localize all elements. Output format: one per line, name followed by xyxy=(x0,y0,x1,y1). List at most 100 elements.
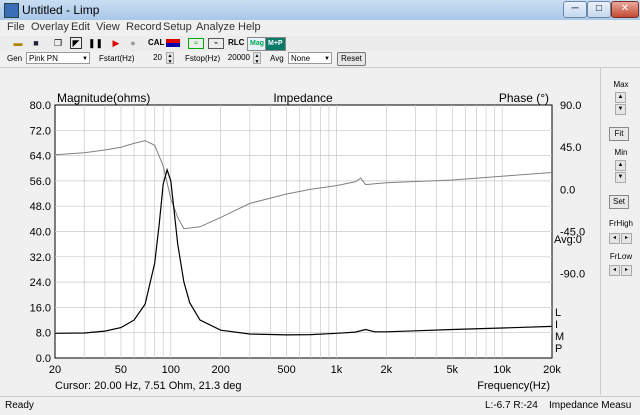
save-icon[interactable]: ■ xyxy=(30,37,42,49)
frlow-right-icon[interactable]: ▸ xyxy=(621,265,632,276)
app-icon xyxy=(4,3,19,18)
menu-setup[interactable]: Setup xyxy=(163,21,192,33)
cal-button[interactable]: CAL xyxy=(148,38,164,47)
play-icon[interactable]: ▶ xyxy=(110,37,122,49)
status-mode: Impedance Measu xyxy=(549,400,632,411)
impedance-chart[interactable]: 20 50 100 200 500 1k 2k 5k 10k 20k 80.0 72.0 64.0 56… xyxy=(0,68,600,395)
y-right-tick-label: 0.0 xyxy=(560,184,575,196)
fstop-label: Fstop(Hz) xyxy=(185,54,221,63)
frhigh-right-icon[interactable]: ▸ xyxy=(621,233,632,244)
set-button[interactable]: Set xyxy=(609,195,629,209)
chevron-down-icon: ▼ xyxy=(82,56,88,62)
max-down-icon[interactable]: ▼ xyxy=(615,104,626,115)
menu-view[interactable]: View xyxy=(96,21,120,33)
menu-help[interactable]: Help xyxy=(238,21,261,33)
y-left-tick-label: 80.0 xyxy=(30,100,51,112)
window-title: Untitled - Limp xyxy=(22,3,100,17)
app-window: Untitled - Limp ─ □ ✕ File Overlay Edit … xyxy=(0,0,640,415)
status-bar: Ready L:-6.7 R:-24 Impedance Measu xyxy=(0,396,640,415)
menu-overlay[interactable]: Overlay xyxy=(31,21,69,33)
fstart-spinner[interactable]: ▲ ▼ xyxy=(166,52,174,65)
chevron-down-icon: ▼ xyxy=(324,56,330,62)
side-panel: Max ▲ ▼ Fit Min ▲ ▼ Set FrHigh ◂ ▸ FrLow… xyxy=(600,68,640,395)
menu-edit[interactable]: Edit xyxy=(71,21,90,33)
y-right-tick-label: -90.0 xyxy=(560,269,585,281)
plot-area: 20 50 100 200 500 1k 2k 5k 10k 20k 80.0 72.0 64.0 56… xyxy=(0,68,600,395)
maximize-icon[interactable]: □ xyxy=(587,1,611,18)
y-left-tick-label: 40.0 xyxy=(30,227,51,239)
close-icon[interactable]: ✕ xyxy=(611,1,639,18)
min-down-icon[interactable]: ▼ xyxy=(615,172,626,183)
generator-bar: Gen Pink PN ▼ Fstart(Hz) 20 ▲ ▼ Fstop(Hz) … xyxy=(0,51,640,68)
open-folder-icon[interactable]: ▬ xyxy=(12,37,24,49)
record-icon[interactable]: ● xyxy=(127,37,139,49)
toolbar: ▬ ■ ❐ ◤ ❚❚ ▶ ● CAL ≈ ⌁ RLC Mag M+P xyxy=(0,36,640,52)
avg-label: Avg xyxy=(270,54,284,63)
avg-select-value: None xyxy=(291,54,311,63)
right-axis-label: Phase (°) xyxy=(499,91,549,105)
y-right-tick-label: 90.0 xyxy=(560,100,581,112)
status-ready: Ready xyxy=(5,400,34,411)
status-levels: L:-6.7 R:-24 xyxy=(485,400,538,411)
gen-select-value: Pink PN xyxy=(29,54,58,63)
y-left-tick-label: 32.0 xyxy=(30,252,51,264)
x-tick-label: 20k xyxy=(543,364,561,376)
frlow-left-icon[interactable]: ◂ xyxy=(609,265,620,276)
title-bar: Untitled - Limp ─ □ ✕ xyxy=(0,0,640,20)
settings-graph-icon[interactable]: ⌁ xyxy=(208,38,224,49)
avg-indicator: Avg:0 xyxy=(554,234,582,246)
y-left-tick-label: 64.0 xyxy=(30,151,51,163)
mag-phase-button[interactable]: M+P xyxy=(265,37,286,51)
max-up-icon[interactable]: ▲ xyxy=(615,92,626,103)
limp-letter-l: L xyxy=(555,307,561,319)
fit-button[interactable]: Fit xyxy=(609,127,629,141)
x-tick-label: 500 xyxy=(277,364,295,376)
fstop-field[interactable]: 20000 xyxy=(222,52,250,64)
x-tick-label: 50 xyxy=(115,364,127,376)
minimize-icon[interactable]: ─ xyxy=(563,1,587,18)
gen-select[interactable]: Pink PN ▼ xyxy=(26,52,90,64)
y-left-tick-label: 8.0 xyxy=(36,328,51,340)
graph-icon[interactable]: ≈ xyxy=(188,38,204,49)
cursor-mode-icon[interactable]: ◤ xyxy=(70,37,82,49)
limp-letter-p: P xyxy=(555,343,562,355)
limp-letter-i: I xyxy=(555,319,558,331)
reset-button[interactable]: Reset xyxy=(337,52,366,66)
cursor-readout: Cursor: 20.00 Hz, 7.51 Ohm, 21.3 deg xyxy=(55,380,242,392)
fstop-spinner[interactable]: ▲ ▼ xyxy=(253,52,261,65)
menu-bar: File Overlay Edit View Record Setup Anal… xyxy=(0,20,640,36)
x-tick-label: 10k xyxy=(493,364,511,376)
y-left-tick-label: 24.0 xyxy=(30,277,51,289)
x-tick-label: 5k xyxy=(446,364,458,376)
y-left-tick-label: 56.0 xyxy=(30,176,51,188)
avg-select[interactable]: None ▼ xyxy=(288,52,332,64)
copy-icon[interactable]: ❐ xyxy=(52,37,64,49)
min-label: Min xyxy=(614,148,628,157)
y-left-tick-label: 0.0 xyxy=(36,353,51,365)
pause-icon[interactable]: ❚❚ xyxy=(88,37,103,49)
y-left-tick-label: 16.0 xyxy=(30,302,51,314)
x-tick-label: 20 xyxy=(49,364,61,376)
min-up-icon[interactable]: ▲ xyxy=(615,160,626,171)
y-left-tick-label: 72.0 xyxy=(30,125,51,137)
mag-button[interactable]: Mag xyxy=(247,37,267,51)
frhigh-left-icon[interactable]: ◂ xyxy=(609,233,620,244)
overlay-colors-icon[interactable] xyxy=(166,39,180,47)
menu-analyze[interactable]: Analyze xyxy=(196,21,235,33)
max-label: Max xyxy=(613,80,629,89)
rlc-button[interactable]: RLC xyxy=(228,38,244,47)
x-axis-label: Frequency(Hz) xyxy=(477,380,550,392)
left-axis-label: Magnitude(ohms) xyxy=(57,91,150,105)
y-left-tick-label: 48.0 xyxy=(30,201,51,213)
fstart-field[interactable]: 20 xyxy=(138,52,162,64)
x-tick-label: 2k xyxy=(381,364,393,376)
limp-letter-m: M xyxy=(555,331,564,343)
x-tick-label: 100 xyxy=(162,364,180,376)
x-tick-label: 200 xyxy=(211,364,229,376)
y-right-tick-label: 45.0 xyxy=(560,142,581,154)
fstart-label: Fstart(Hz) xyxy=(99,54,135,63)
frlow-label: FrLow xyxy=(609,252,633,261)
x-tick-label: 1k xyxy=(331,364,343,376)
menu-file[interactable]: File xyxy=(7,21,25,33)
menu-record[interactable]: Record xyxy=(126,21,161,33)
